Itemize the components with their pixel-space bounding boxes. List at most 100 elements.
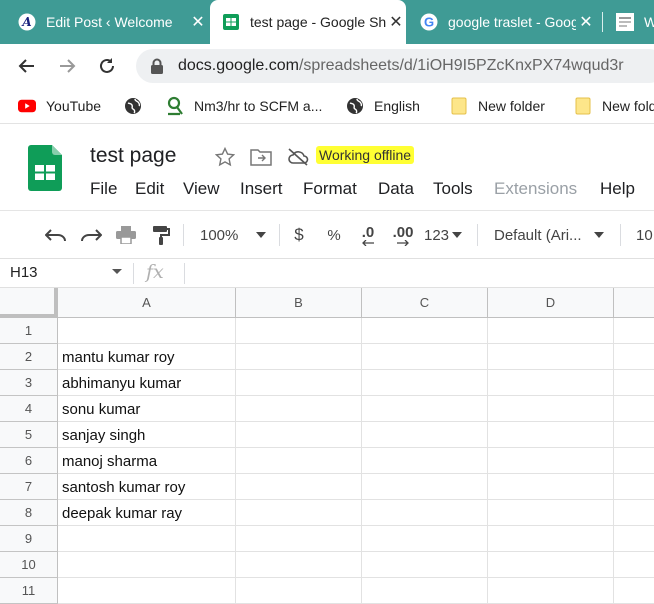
cell-b1[interactable] [236,318,362,344]
cell-b5[interactable] [236,422,362,448]
back-button[interactable] [15,54,39,78]
row-header[interactable]: 11 [0,578,58,604]
print-button[interactable] [114,223,138,247]
cell-c4[interactable] [362,396,488,422]
cell-b6[interactable] [236,448,362,474]
menu-view[interactable]: View [183,179,220,199]
cell-a9[interactable] [58,526,236,552]
cell-a6[interactable]: manoj sharma [58,448,236,474]
cell-a2[interactable]: mantu kumar roy [58,344,236,370]
cell-b4[interactable] [236,396,362,422]
close-icon[interactable]: ✕ [188,12,208,32]
cloud-offline-icon[interactable] [287,146,309,168]
cell-e10[interactable] [614,552,654,578]
cell-e6[interactable] [614,448,654,474]
menu-data[interactable]: Data [378,179,414,199]
row-header[interactable]: 9 [0,526,58,552]
cell-b9[interactable] [236,526,362,552]
cell-b3[interactable] [236,370,362,396]
forward-button[interactable] [55,54,79,78]
paint-format-button[interactable] [149,223,173,247]
bookmark-youtube[interactable]: YouTube [18,88,101,124]
offline-status[interactable]: Working offline [316,146,415,164]
cell-d11[interactable] [488,578,614,604]
cell-b10[interactable] [236,552,362,578]
menu-extensions[interactable]: Extensions [494,179,577,199]
menu-help[interactable]: Help [600,179,635,199]
cell-e7[interactable] [614,474,654,500]
cell-c1[interactable] [362,318,488,344]
cell-c11[interactable] [362,578,488,604]
row-header[interactable]: 6 [0,448,58,474]
row-header[interactable]: 5 [0,422,58,448]
cell-e11[interactable] [614,578,654,604]
cell-b11[interactable] [236,578,362,604]
menu-format[interactable]: Format [303,179,357,199]
undo-button[interactable] [44,223,68,247]
cell-d3[interactable] [488,370,614,396]
row-header[interactable]: 2 [0,344,58,370]
column-header-c[interactable]: C [362,288,488,318]
tab-test-page[interactable]: test page - Google Sheets ✕ [210,0,406,44]
row-header[interactable]: 1 [0,318,58,344]
decrease-decimal-button[interactable]: .0 [356,223,380,247]
bookmark-new-folder-2[interactable]: New fold [574,88,654,124]
row-header[interactable]: 7 [0,474,58,500]
cell-d9[interactable] [488,526,614,552]
document-title[interactable]: test page [90,144,176,168]
cell-e8[interactable] [614,500,654,526]
row-header[interactable]: 4 [0,396,58,422]
cell-e4[interactable] [614,396,654,422]
cell-d2[interactable] [488,344,614,370]
select-all-corner[interactable] [0,288,58,318]
zoom-select[interactable]: 100% [200,223,268,247]
cell-d7[interactable] [488,474,614,500]
cell-e9[interactable] [614,526,654,552]
bookmark-english[interactable]: English [346,88,420,124]
cell-b7[interactable] [236,474,362,500]
more-formats-button[interactable]: 123 [424,223,466,247]
font-size-select[interactable]: 10 [636,223,654,247]
cell-c3[interactable] [362,370,488,396]
menu-edit[interactable]: Edit [135,179,164,199]
reload-button[interactable] [95,54,119,78]
bookmark-new-folder[interactable]: New folder [450,88,545,124]
percent-format-button[interactable]: % [325,223,343,247]
cell-b2[interactable] [236,344,362,370]
column-header-e[interactable] [614,288,654,318]
star-icon[interactable] [214,146,236,168]
cell-a7[interactable]: santosh kumar roy [58,474,236,500]
name-box[interactable]: H13 [10,264,38,281]
cell-e2[interactable] [614,344,654,370]
move-folder-icon[interactable] [250,146,272,168]
cell-b8[interactable] [236,500,362,526]
increase-decimal-button[interactable]: .00 [390,223,416,247]
formula-input[interactable] [192,264,652,284]
cell-c7[interactable] [362,474,488,500]
cell-d4[interactable] [488,396,614,422]
currency-format-button[interactable]: $ [290,223,308,247]
cell-a1[interactable] [58,318,236,344]
cell-d5[interactable] [488,422,614,448]
close-icon[interactable]: ✕ [386,12,406,32]
cell-a10[interactable] [58,552,236,578]
cell-e1[interactable] [614,318,654,344]
bookmark-nm3hr[interactable]: Nm3/hr to SCFM a... [166,88,322,124]
row-header[interactable]: 3 [0,370,58,396]
column-header-b[interactable]: B [236,288,362,318]
tab-google-search[interactable]: G google traslet - Google Search ✕ [420,0,596,44]
column-header-a[interactable]: A [58,288,236,318]
cell-c8[interactable] [362,500,488,526]
cell-e3[interactable] [614,370,654,396]
font-select[interactable]: Default (Ari... [494,223,608,247]
sheets-logo-icon[interactable] [28,145,62,191]
close-icon[interactable]: ✕ [576,12,596,32]
cell-c2[interactable] [362,344,488,370]
redo-button[interactable] [79,223,103,247]
cell-d1[interactable] [488,318,614,344]
bookmark-globe[interactable] [124,88,152,124]
cell-c6[interactable] [362,448,488,474]
cell-d6[interactable] [488,448,614,474]
cell-a4[interactable]: sonu kumar [58,396,236,422]
cell-a8[interactable]: deepak kumar ray [58,500,236,526]
